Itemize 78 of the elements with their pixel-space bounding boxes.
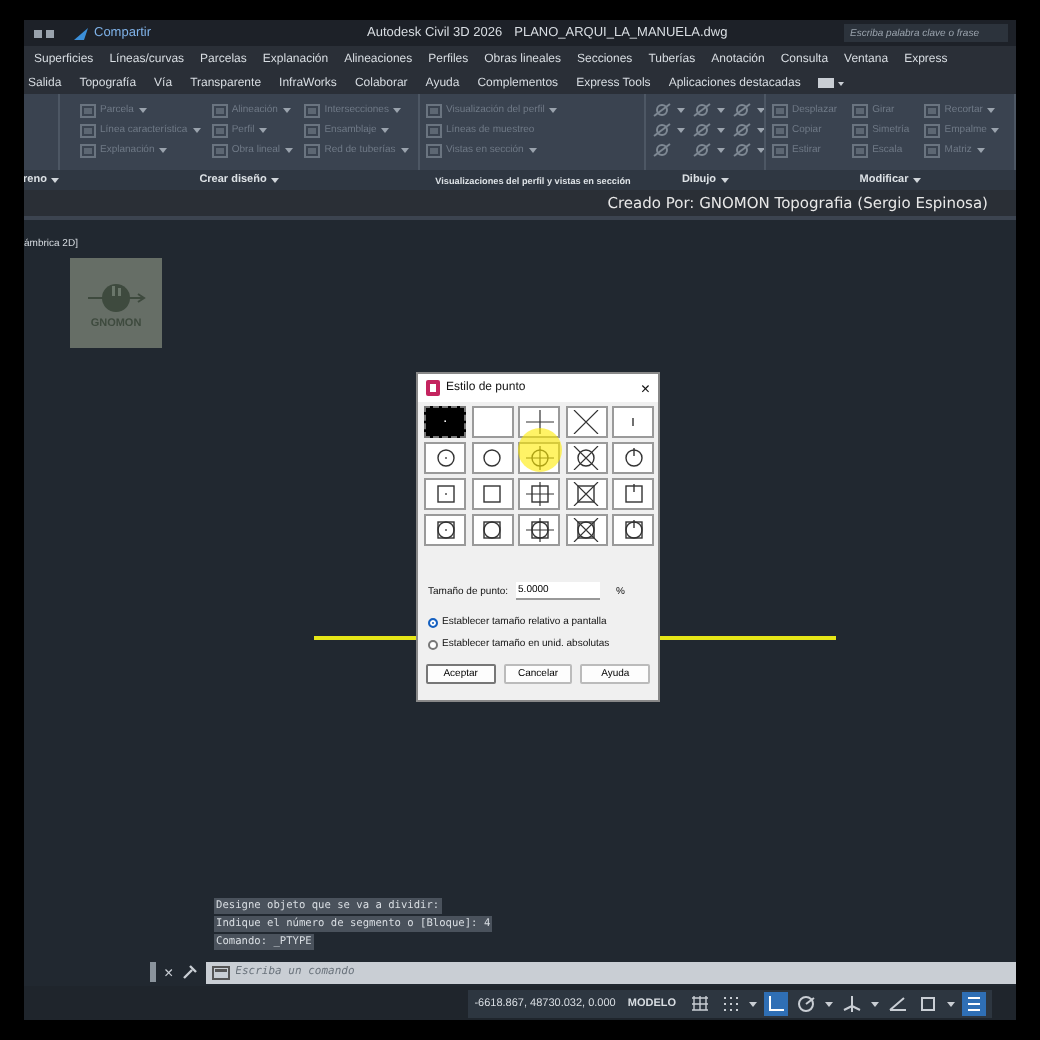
draw-tool-icon[interactable] <box>732 122 752 138</box>
angle-icon[interactable] <box>886 991 910 1015</box>
caret-icon[interactable] <box>527 146 538 154</box>
caret-icon[interactable] <box>50 176 61 184</box>
menu-icon[interactable] <box>962 991 986 1015</box>
point-symbol-icon <box>570 446 602 470</box>
caret-icon[interactable] <box>756 146 764 154</box>
point-symbol-icon <box>523 446 555 470</box>
point-symbol-icon <box>570 518 602 542</box>
caret-icon[interactable] <box>870 999 880 1007</box>
cursor-highlight <box>518 428 562 472</box>
point-symbol-icon <box>523 482 555 506</box>
point-symbol-icon <box>523 518 555 542</box>
draw-tool-icon[interactable] <box>732 142 752 158</box>
caret-icon[interactable] <box>716 126 726 134</box>
osnap-icon[interactable] <box>916 991 940 1015</box>
console-icon[interactable] <box>211 965 230 979</box>
caret-icon[interactable] <box>975 146 986 154</box>
caret-icon[interactable] <box>191 126 202 134</box>
ortho-icon[interactable] <box>764 991 788 1015</box>
caret-icon[interactable] <box>392 106 403 114</box>
radio-button[interactable] <box>428 639 438 649</box>
point-style-option[interactable] <box>424 442 466 474</box>
caret-icon[interactable] <box>158 146 169 154</box>
caret-icon[interactable] <box>548 106 559 114</box>
close-button[interactable]: × <box>164 963 174 981</box>
caret-icon[interactable] <box>756 106 764 114</box>
close-button[interactable]: × <box>640 379 650 397</box>
workspace-icon[interactable] <box>818 76 847 90</box>
caret-icon[interactable] <box>258 126 269 134</box>
draw-tool-icon[interactable] <box>692 122 712 138</box>
caret-icon[interactable] <box>824 999 834 1007</box>
point-symbol-icon <box>523 410 555 434</box>
point-style-option[interactable] <box>612 514 654 546</box>
draw-tool-icon[interactable] <box>652 122 672 138</box>
point-style-option[interactable] <box>565 478 607 510</box>
point-style-option[interactable] <box>424 514 466 546</box>
snap-icon[interactable] <box>718 991 742 1015</box>
point-style-option[interactable] <box>471 442 513 474</box>
point-symbol-icon <box>570 482 602 506</box>
point-style-option[interactable] <box>518 514 560 546</box>
grid-icon[interactable] <box>688 991 712 1015</box>
share-icon <box>72 25 90 41</box>
caret-icon[interactable] <box>281 106 292 114</box>
caret-icon[interactable] <box>990 126 1001 134</box>
caret-icon[interactable] <box>720 176 731 184</box>
toolbar-icon[interactable] <box>32 25 56 41</box>
draw-tool-icon[interactable] <box>652 102 672 118</box>
caret-icon[interactable] <box>716 146 726 154</box>
caret-icon[interactable] <box>676 126 686 134</box>
isodraft-icon[interactable] <box>840 991 864 1015</box>
point-style-option[interactable] <box>565 406 607 438</box>
caret-icon[interactable] <box>284 146 295 154</box>
caret-icon[interactable] <box>716 106 726 114</box>
caret-icon[interactable] <box>270 176 281 184</box>
grip-icon[interactable] <box>150 962 156 982</box>
caret-icon[interactable] <box>676 106 686 114</box>
point-style-option[interactable] <box>565 514 607 546</box>
caret-icon[interactable] <box>137 106 148 114</box>
caret-icon[interactable] <box>912 176 923 184</box>
point-style-option[interactable] <box>471 514 513 546</box>
draw-tool-icon[interactable] <box>692 102 712 118</box>
point-symbol-icon <box>570 410 602 434</box>
caret-icon[interactable] <box>380 126 391 134</box>
draw-tool-icon[interactable] <box>692 142 712 158</box>
caret-icon[interactable] <box>748 999 758 1007</box>
caret-icon[interactable] <box>986 106 997 114</box>
radio-button[interactable] <box>428 617 438 627</box>
point-style-option[interactable] <box>612 442 654 474</box>
wrench-icon[interactable] <box>181 964 198 980</box>
caret-icon[interactable] <box>756 126 764 134</box>
caret-icon[interactable] <box>399 146 410 154</box>
draw-tool-icon[interactable] <box>652 142 672 158</box>
polar-icon[interactable] <box>794 991 818 1015</box>
draw-tool-icon[interactable] <box>732 102 752 118</box>
caret-icon[interactable] <box>946 999 956 1007</box>
point-style-option[interactable] <box>565 442 607 474</box>
app-icon <box>426 380 440 396</box>
